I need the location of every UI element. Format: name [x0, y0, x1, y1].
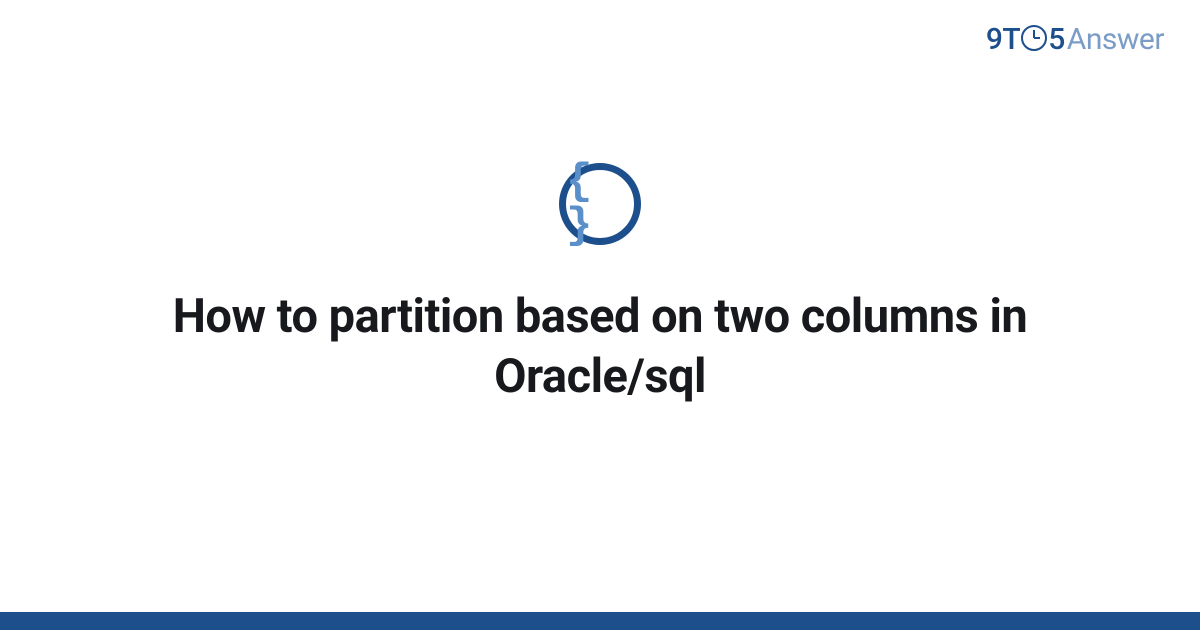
- main-content: { } How to partition based on two column…: [0, 0, 1200, 630]
- footer-accent-bar: [0, 612, 1200, 630]
- code-glyph: { }: [566, 160, 634, 248]
- page-title: How to partition based on two columns in…: [150, 287, 1050, 407]
- code-braces-icon: { }: [559, 163, 641, 245]
